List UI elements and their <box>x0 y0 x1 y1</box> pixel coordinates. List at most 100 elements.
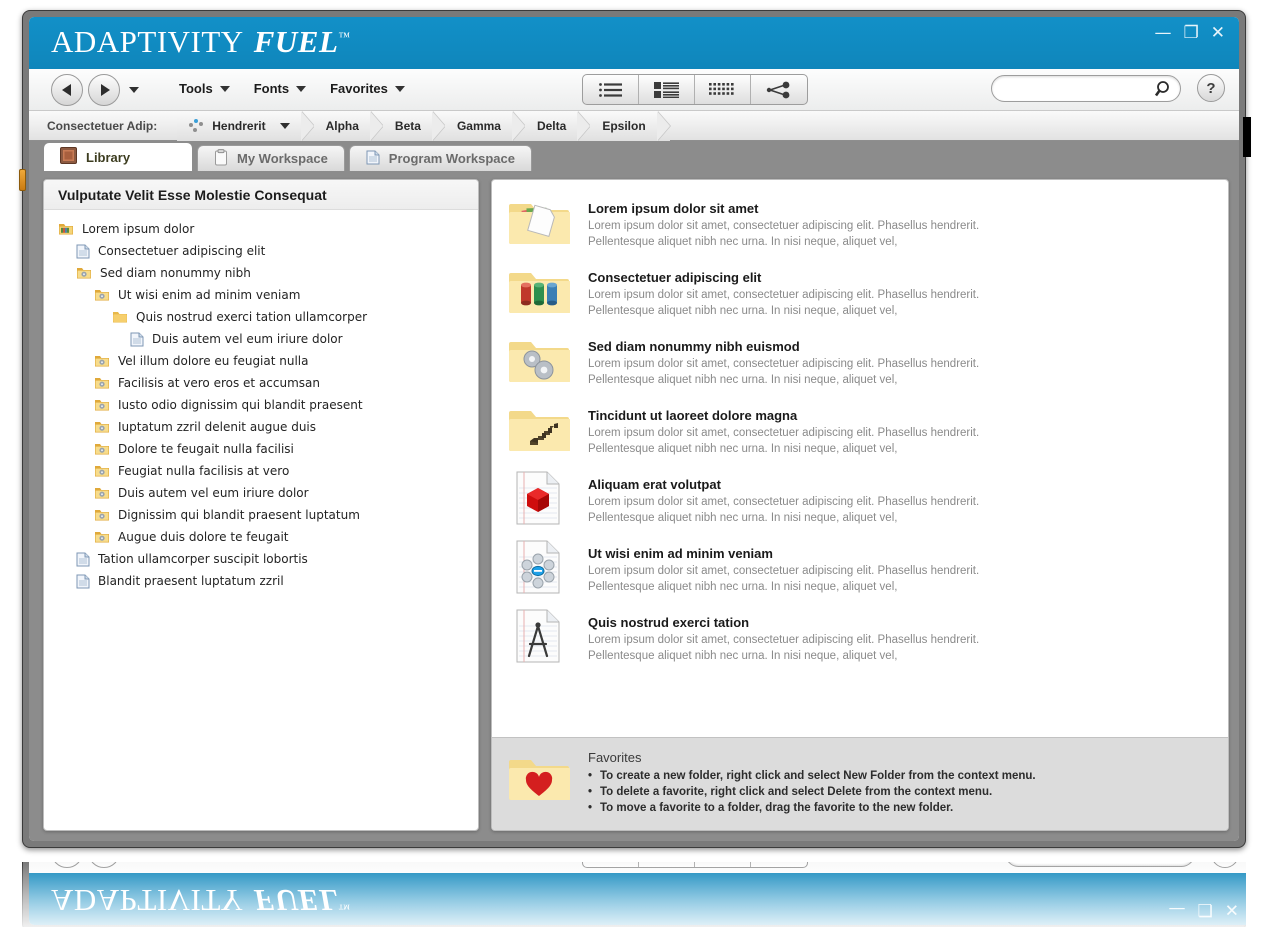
menu-tools[interactable]: Tools <box>179 81 230 96</box>
tree-node-label: Dolore te feugait nulla facilisi <box>118 442 294 456</box>
tree-node-label: Dignissim qui blandit praesent luptatum <box>118 508 360 522</box>
maximize-button[interactable]: ❐ <box>1198 899 1213 919</box>
tab-label: Library <box>86 149 131 165</box>
folder-gear-icon <box>94 288 110 302</box>
back-button[interactable] <box>51 862 83 868</box>
share-view-button[interactable] <box>751 862 807 867</box>
breadcrumb-item-delta[interactable]: Delta <box>524 110 592 141</box>
menu-bar: Tools Fonts Favorites <box>179 81 405 96</box>
help-button[interactable]: ? <box>1211 862 1239 868</box>
breadcrumb-item-epsilon[interactable]: Epsilon <box>590 110 672 141</box>
folder-steps-icon <box>508 401 570 457</box>
list-item-description: Lorem ipsum dolor sit amet, consectetuer… <box>588 565 980 593</box>
tab-program-workspace[interactable]: Program Workspace <box>348 145 532 171</box>
breadcrumb-item-gamma[interactable]: Gamma <box>444 110 527 141</box>
search-box[interactable] <box>991 75 1181 102</box>
tree-node[interactable]: Facilisis at vero eros et accumsan <box>44 372 478 394</box>
tree-node[interactable]: Consectetuer adipiscing elit <box>44 240 478 262</box>
list-item[interactable]: Lorem ipsum dolor sit amet Lorem ipsum d… <box>508 194 1212 250</box>
maximize-button[interactable]: ❐ <box>1184 25 1199 42</box>
tree-node[interactable]: Dolore te feugait nulla facilisi <box>44 438 478 460</box>
search-input[interactable] <box>1004 80 1154 97</box>
close-button[interactable]: ✕ <box>1211 25 1225 42</box>
menu-favorites[interactable]: Favorites <box>330 81 405 96</box>
chevron-down-icon[interactable] <box>279 122 290 129</box>
tree-node[interactable]: Tation ullamcorper suscipit lobortis <box>44 548 478 570</box>
favorites-tip-list: To create a new folder, right click and … <box>588 768 1036 816</box>
app-logo: ADAPTIVITY FUEL™ <box>51 24 351 60</box>
search-icon[interactable] <box>1154 79 1174 99</box>
list-item-title: Sed diam nonummy nibh euismod <box>588 339 800 355</box>
search-box[interactable] <box>1005 862 1195 867</box>
breadcrumb-item-beta[interactable]: Beta <box>382 110 446 141</box>
tree-node[interactable]: Iuptatum zzril delenit augue duis <box>44 416 478 438</box>
menu-label: Fonts <box>253 81 290 96</box>
tree-node[interactable]: Vel illum dolore eu feugiat nulla <box>44 350 478 372</box>
minimize-button[interactable]: — <box>1169 899 1186 919</box>
edge-tick <box>1243 117 1251 157</box>
menu-fonts[interactable]: Fonts <box>253 81 307 96</box>
folder-icon <box>112 310 128 324</box>
breadcrumb-prefix-label: Consectetuer Adip: <box>47 118 158 133</box>
tree-node[interactable]: Duis autem vel eum iriure dolor <box>44 328 478 350</box>
tree-node[interactable]: Ut wisi enim ad minim veniam <box>44 284 478 306</box>
list-item[interactable]: Tincidunt ut laoreet dolore magna Lorem … <box>508 401 1212 457</box>
document-cube-icon <box>508 470 570 526</box>
breadcrumb-item-alpha[interactable]: Alpha <box>313 110 385 141</box>
view-mode-group <box>582 74 808 105</box>
back-button[interactable] <box>51 74 83 106</box>
reflection-content: ADAPTIVITY FUEL™ — ❐ ✕ ToolsFontsFavorite… <box>22 862 1246 927</box>
tree-node[interactable]: Sed diam nonummy nibh <box>44 262 478 284</box>
list-view-button[interactable] <box>583 862 639 867</box>
folder-gear-icon <box>94 398 110 412</box>
folder-gear-icon <box>94 354 110 368</box>
tree-title: Vulputate Velit Esse Molestie Consequat <box>44 180 478 210</box>
folder-library-icon <box>58 222 74 236</box>
list-item[interactable]: Sed diam nonummy nibh euismod Lorem ipsu… <box>508 332 1212 388</box>
list-item-title: Quis nostrud exerci tation <box>588 615 750 631</box>
toolbar: Tools Fonts Favorites <box>29 69 1239 111</box>
grid-view-button[interactable] <box>695 75 751 104</box>
app-logo: ADAPTIVITY FUEL™ <box>51 882 351 918</box>
tree-node[interactable]: Augue duis dolore te feugait <box>44 526 478 548</box>
list-item-title: Tincidunt ut laoreet dolore magna <box>588 408 798 424</box>
breadcrumb-label: Hendrerit <box>212 118 266 133</box>
breadcrumb: Consectetuer Adip: Hendrerit Alpha Beta Gam… <box>29 110 1239 141</box>
list-item[interactable]: Quis nostrud exerci tation Lorem ipsum d… <box>508 608 1212 664</box>
tree-node[interactable]: Feugiat nulla facilisis at vero <box>44 460 478 482</box>
history-dropdown-icon[interactable] <box>129 87 139 93</box>
share-view-button[interactable] <box>751 75 807 104</box>
tree-node[interactable]: Quis nostrud exerci tation ullamcorper <box>44 306 478 328</box>
chevron-down-icon <box>219 85 230 92</box>
help-button[interactable]: ? <box>1197 74 1225 102</box>
tree-node[interactable]: Blandit praesent luptatum zzril <box>44 570 478 592</box>
detail-view-button[interactable] <box>639 862 695 867</box>
menu-label: Tools <box>179 81 213 96</box>
close-button[interactable]: ✕ <box>1225 899 1239 919</box>
breadcrumb-item-hendrerit[interactable]: Hendrerit <box>177 110 315 141</box>
folder-heart-icon <box>508 750 570 816</box>
forward-button[interactable] <box>88 862 120 868</box>
tab-library[interactable]: Library <box>43 142 193 171</box>
tree-node-label: Vel illum dolore eu feugiat nulla <box>118 354 309 368</box>
tab-my-workspace[interactable]: My Workspace <box>197 145 345 171</box>
list-view-button[interactable] <box>583 75 639 104</box>
grid-view-button[interactable] <box>695 862 751 867</box>
detail-view-button[interactable] <box>639 75 695 104</box>
forward-button[interactable] <box>88 74 120 106</box>
list-item[interactable]: Ut wisi enim ad minim veniam Lorem ipsum… <box>508 539 1212 595</box>
document-icon <box>130 332 144 347</box>
tree-node[interactable]: Dignissim qui blandit praesent luptatum <box>44 504 478 526</box>
tree-node-label: Quis nostrud exerci tation ullamcorper <box>136 310 368 324</box>
tree-node[interactable]: Lorem ipsum dolor <box>44 218 478 240</box>
clipboard-icon <box>214 148 228 169</box>
tree-node[interactable]: Duis autem vel eum iriure dolor <box>44 482 478 504</box>
list-item[interactable]: Aliquam erat volutpat Lorem ipsum dolor … <box>508 470 1212 526</box>
list-body: Lorem ipsum dolor sit amet Lorem ipsum d… <box>492 180 1228 737</box>
search-icon[interactable] <box>1168 862 1188 864</box>
document-icon <box>76 552 90 567</box>
list-item-text: Consectetuer adipiscing elit Lorem ipsum… <box>588 263 980 319</box>
tree-node[interactable]: Iusto odio dignissim qui blandit praesen… <box>44 394 478 416</box>
list-item[interactable]: Consectetuer adipiscing elit Lorem ipsum… <box>508 263 1212 319</box>
minimize-button[interactable]: — <box>1155 25 1172 42</box>
